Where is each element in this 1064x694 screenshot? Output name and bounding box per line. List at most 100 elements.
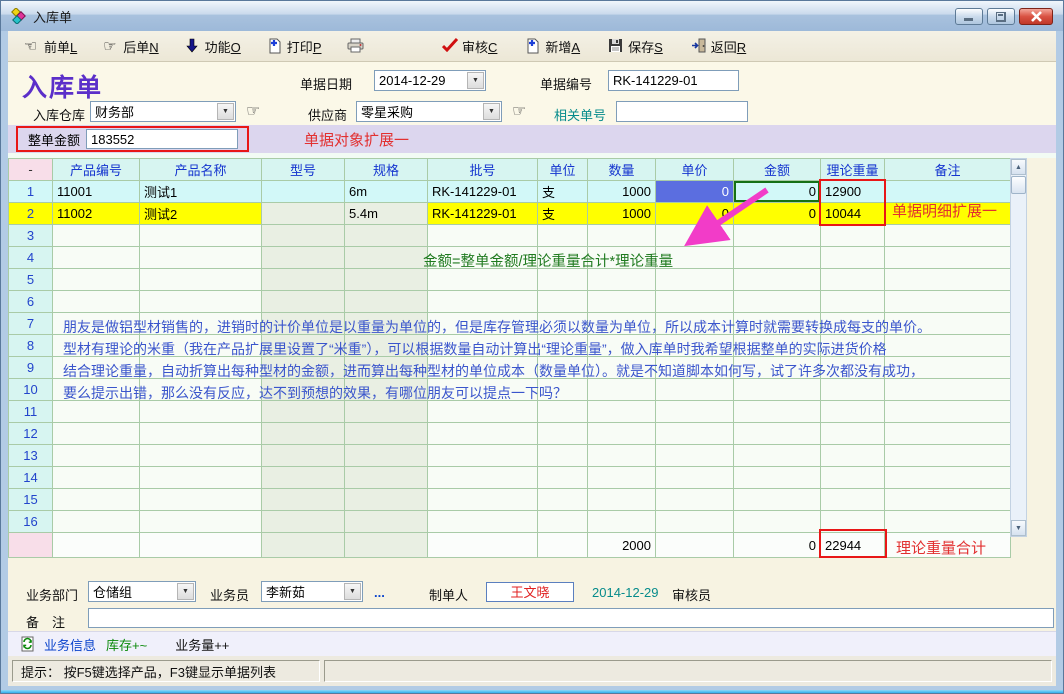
grid-cell[interactable] bbox=[734, 445, 821, 467]
grid-cell[interactable] bbox=[885, 467, 1011, 489]
grid-cell[interactable] bbox=[538, 313, 588, 335]
grid-cell[interactable] bbox=[262, 181, 345, 203]
grid-cell[interactable] bbox=[262, 291, 345, 313]
grid-cell[interactable] bbox=[428, 379, 538, 401]
grid-cell[interactable] bbox=[734, 291, 821, 313]
grid-column-header[interactable]: - bbox=[9, 159, 53, 181]
grid-column-header[interactable]: 单价 bbox=[656, 159, 734, 181]
grid-cell[interactable]: 支 bbox=[538, 181, 588, 203]
scrollbar-thumb[interactable] bbox=[1011, 176, 1026, 194]
grid-cell[interactable] bbox=[821, 511, 885, 533]
grid-cell[interactable]: 11002 bbox=[53, 203, 140, 225]
chevron-down-icon[interactable]: ▼ bbox=[483, 103, 500, 120]
grid-cell[interactable] bbox=[656, 225, 734, 247]
grid-cell[interactable] bbox=[53, 489, 140, 511]
more-button[interactable]: ... bbox=[374, 585, 385, 600]
grid-cell[interactable] bbox=[656, 291, 734, 313]
row-number[interactable]: 16 bbox=[9, 511, 53, 533]
stock-link[interactable]: 库存+~ bbox=[106, 635, 147, 654]
grid-cell[interactable] bbox=[885, 489, 1011, 511]
grid-cell[interactable] bbox=[734, 357, 821, 379]
grid-cell[interactable] bbox=[345, 269, 428, 291]
grid-cell[interactable] bbox=[428, 335, 538, 357]
grid-cell[interactable] bbox=[538, 247, 588, 269]
grid-cell[interactable] bbox=[538, 335, 588, 357]
total-cell[interactable] bbox=[345, 533, 428, 558]
grid-cell[interactable] bbox=[345, 467, 428, 489]
total-cell[interactable] bbox=[140, 533, 262, 558]
grid-cell[interactable] bbox=[885, 291, 1011, 313]
business-info-link[interactable]: 业务信息 bbox=[44, 635, 96, 654]
grid-cell[interactable] bbox=[538, 423, 588, 445]
close-button[interactable] bbox=[1019, 8, 1053, 25]
chevron-down-icon[interactable]: ▼ bbox=[467, 72, 484, 89]
grid-cell[interactable] bbox=[262, 423, 345, 445]
total-cell[interactable] bbox=[656, 533, 734, 558]
grid-cell[interactable] bbox=[140, 379, 262, 401]
grid-cell[interactable] bbox=[538, 467, 588, 489]
scroll-up-icon[interactable]: ▲ bbox=[1011, 159, 1026, 175]
grid-column-header[interactable]: 规格 bbox=[345, 159, 428, 181]
grid-cell[interactable] bbox=[821, 467, 885, 489]
minimize-button[interactable] bbox=[955, 8, 983, 25]
grid-cell[interactable] bbox=[538, 291, 588, 313]
grid-cell[interactable] bbox=[656, 467, 734, 489]
grid-cell[interactable] bbox=[345, 357, 428, 379]
grid-cell[interactable] bbox=[821, 423, 885, 445]
row-number[interactable]: 8 bbox=[9, 335, 53, 357]
grid-cell[interactable] bbox=[588, 423, 656, 445]
grid-cell[interactable] bbox=[885, 247, 1011, 269]
total-cell[interactable]: 0 bbox=[734, 533, 821, 558]
grid-cell[interactable] bbox=[140, 291, 262, 313]
grid-cell[interactable] bbox=[885, 401, 1011, 423]
grid-column-header[interactable]: 备注 bbox=[885, 159, 1011, 181]
grid-cell[interactable]: 0 bbox=[734, 181, 821, 203]
total-amount-input[interactable] bbox=[86, 129, 238, 149]
grid-cell[interactable] bbox=[821, 401, 885, 423]
grid-cell[interactable] bbox=[345, 247, 428, 269]
grid-cell[interactable] bbox=[885, 181, 1011, 203]
grid-cell[interactable] bbox=[262, 467, 345, 489]
grid-cell[interactable]: RK-141229-01 bbox=[428, 181, 538, 203]
grid-cell[interactable] bbox=[140, 335, 262, 357]
grid-cell[interactable] bbox=[140, 357, 262, 379]
grid-cell[interactable] bbox=[345, 379, 428, 401]
grid-cell[interactable] bbox=[885, 225, 1011, 247]
grid-cell[interactable] bbox=[885, 269, 1011, 291]
grid-cell[interactable] bbox=[821, 445, 885, 467]
grid-cell[interactable] bbox=[53, 511, 140, 533]
grid-column-header[interactable]: 数量 bbox=[588, 159, 656, 181]
grid-cell[interactable] bbox=[656, 357, 734, 379]
grid-cell[interactable] bbox=[428, 269, 538, 291]
grid-cell[interactable] bbox=[885, 445, 1011, 467]
vertical-scrollbar[interactable]: ▲ ▼ bbox=[1010, 158, 1027, 537]
grid-column-header[interactable]: 产品名称 bbox=[140, 159, 262, 181]
total-cell[interactable]: 2000 bbox=[588, 533, 656, 558]
grid-cell[interactable] bbox=[140, 467, 262, 489]
grid-cell[interactable] bbox=[656, 247, 734, 269]
row-number[interactable]: 14 bbox=[9, 467, 53, 489]
grid-cell[interactable] bbox=[588, 401, 656, 423]
grid-cell[interactable] bbox=[53, 269, 140, 291]
grid-cell[interactable]: 11001 bbox=[53, 181, 140, 203]
grid-cell[interactable] bbox=[428, 291, 538, 313]
grid-cell[interactable]: 5.4m bbox=[345, 203, 428, 225]
grid-cell[interactable] bbox=[821, 489, 885, 511]
grid-cell[interactable] bbox=[538, 489, 588, 511]
docno-input[interactable] bbox=[608, 70, 739, 91]
row-number[interactable]: 9 bbox=[9, 357, 53, 379]
grid-cell[interactable] bbox=[821, 247, 885, 269]
grid-cell[interactable]: 0 bbox=[656, 181, 734, 203]
grid-cell[interactable] bbox=[428, 467, 538, 489]
grid-cell[interactable] bbox=[262, 269, 345, 291]
grid-cell[interactable] bbox=[262, 445, 345, 467]
grid-cell[interactable] bbox=[428, 445, 538, 467]
grid-cell[interactable] bbox=[140, 313, 262, 335]
grid-cell[interactable] bbox=[262, 489, 345, 511]
grid-cell[interactable] bbox=[885, 335, 1011, 357]
grid-cell[interactable] bbox=[345, 445, 428, 467]
row-number[interactable]: 6 bbox=[9, 291, 53, 313]
chevron-down-icon[interactable]: ▼ bbox=[217, 103, 234, 120]
grid-cell[interactable] bbox=[140, 489, 262, 511]
grid-cell[interactable] bbox=[821, 225, 885, 247]
